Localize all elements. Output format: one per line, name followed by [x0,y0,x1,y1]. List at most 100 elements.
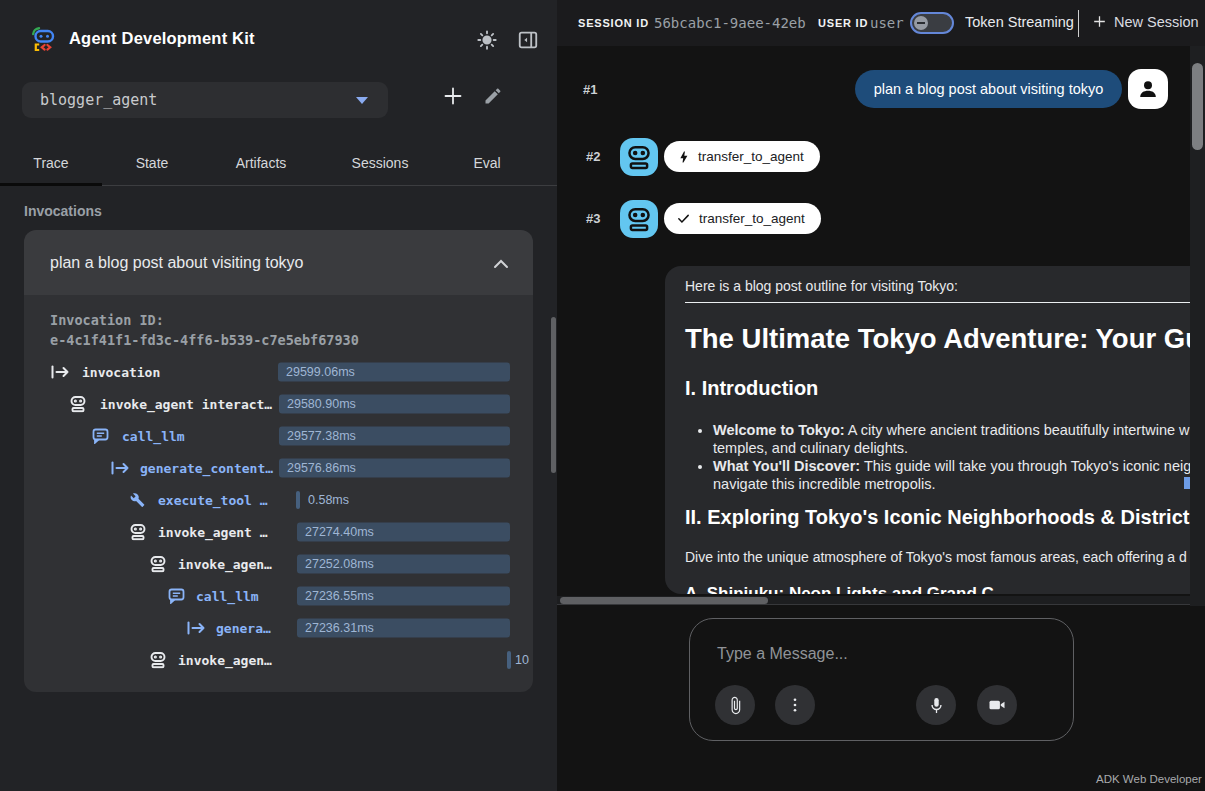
more-vert-icon [786,696,804,714]
invocations-heading: Invocations [24,203,102,219]
toggle-knob [914,16,928,30]
chevron-down-icon [356,97,368,104]
new-session-button[interactable]: New Session [1091,13,1199,30]
video-button[interactable] [977,685,1017,725]
trace-tree: invocation 29599.06ms invoke_agent inter… [24,356,533,676]
add-session-button[interactable] [441,84,465,112]
message-index: #1 [583,82,597,97]
videocam-icon [987,695,1007,715]
horizontal-scrollbar-thumb[interactable] [560,597,768,604]
tool-response-chip[interactable]: transfer_to_agent [664,203,821,234]
trace-row[interactable]: invoke_agent … 27274.40ms [24,516,533,548]
session-id-value: 56bcabc1-9aee-42eb [654,15,806,31]
blog-section-heading: II. Exploring Tokyo's Iconic Neighborhoo… [685,505,1190,529]
trace-row[interactable]: invocation 29599.06ms [24,356,533,388]
sidebar: Agent Development Kit blogger_agent [0,0,557,791]
check-icon [676,211,691,226]
invocation-card: plan a blog post about visiting tokyo In… [24,230,533,692]
robot-icon [150,652,166,669]
sidebar-header: Agent Development Kit [0,0,557,62]
user-avatar [1128,69,1168,109]
trace-row[interactable]: invoke_agent interact… 29580.90ms [24,388,533,420]
microphone-icon [927,696,946,715]
robot-icon [130,524,146,541]
agent-response-card: Here is a blog post outline for visiting… [665,266,1190,594]
divider [1078,10,1079,37]
trace-row[interactable]: invoke_agen… 10 [24,644,533,676]
trace-row[interactable]: call_llm 29577.38ms [24,420,533,452]
invocation-id-label: Invocation ID: [50,312,164,328]
message-composer[interactable]: Type a Message... [689,618,1074,741]
tab-artifacts[interactable]: Artifacts [202,141,320,185]
robot-icon [70,396,86,413]
vertical-scrollbar[interactable] [1190,46,1205,606]
duration-bar: 29577.38ms [279,427,510,446]
more-options-button[interactable] [775,685,815,725]
arrow-input-icon [50,365,71,379]
chat-icon [168,588,185,604]
footer-label: ADK Web Developer UI [1096,773,1205,785]
invocation-card-header[interactable]: plan a blog post about visiting tokyo [24,230,533,295]
blog-bullet-list: Welcome to Tokyo: A city where ancient t… [685,421,1190,493]
duration-bar: 27236.55ms [297,587,510,606]
list-item: Welcome to Tokyo: A city where ancient t… [713,421,1190,457]
microphone-button[interactable] [916,685,956,725]
message-index: #3 [586,211,600,226]
user-message-bubble: plan a blog post about visiting tokyo [855,70,1122,108]
session-id-label: SESSION ID [578,17,649,29]
attach-file-button[interactable] [715,685,755,725]
blog-title: The Ultimate Tokyo Adventure: Your Gu [685,322,1190,356]
active-tab-indicator [0,183,102,186]
duration-bar: 29580.90ms [279,395,510,414]
trace-row[interactable]: execute_tool … 0.58ms [24,484,533,516]
theme-toggle-icon[interactable] [476,29,498,55]
duration-bar: 27236.31ms [297,619,510,638]
robot-icon [150,556,166,573]
tab-state[interactable]: State [102,141,202,185]
message-input[interactable]: Type a Message... [717,645,848,663]
duration-bar [296,491,300,509]
blog-section-heading: I. Introduction [685,376,1190,400]
wrench-icon [130,493,145,508]
chat-icon [92,428,109,444]
user-id-value: user [870,15,904,31]
duration-bar: 29576.86ms [279,459,510,478]
token-streaming-toggle[interactable] [910,12,954,34]
sidebar-scrollbar[interactable] [551,317,556,473]
trace-row[interactable]: invoke_agen… 27252.08ms [24,548,533,580]
response-intro: Here is a blog post outline for visiting… [685,278,1190,294]
edit-icon[interactable] [483,86,503,110]
invocation-title: plan a blog post about visiting tokyo [50,254,304,272]
duration-bar: 27274.40ms [297,523,510,542]
agent-avatar [620,200,658,238]
duration-bar: 29599.06ms [278,363,510,382]
adk-logo-icon [30,25,58,57]
list-item: What You'll Discover: This guide will ta… [713,457,1190,493]
plus-icon [1091,13,1108,30]
tab-eval[interactable]: Eval [440,141,534,185]
blog-subsection-heading: A. Shinjuku: Neon Lights and Grand C [685,584,1190,594]
vertical-scrollbar-thumb[interactable] [1192,63,1203,150]
agent-select-value: blogger_agent [40,91,157,109]
tab-trace[interactable]: Trace [0,141,102,185]
collapse-panel-icon[interactable] [517,29,539,55]
tab-sessions[interactable]: Sessions [320,141,440,185]
arrow-input-icon [110,461,131,475]
trace-row[interactable]: call_llm 27236.55ms [24,580,533,612]
agent-select[interactable]: blogger_agent [22,82,388,118]
app-title: Agent Development Kit [69,29,255,48]
trace-row[interactable]: generate_content… 29576.86ms [24,452,533,484]
session-bar: SESSION ID 56bcabc1-9aee-42eb USER ID us… [557,0,1205,46]
arrow-input-icon [186,621,207,635]
bolt-icon [676,150,690,164]
duration-bar [507,651,511,669]
paperclip-icon [726,696,745,715]
blog-paragraph: Dive into the unique atmosphere of Tokyo… [685,549,1190,566]
chat-panel: SESSION ID 56bcabc1-9aee-42eb USER ID us… [557,0,1205,791]
agent-avatar [620,138,658,176]
trace-row[interactable]: genera… 27236.31ms [24,612,533,644]
tool-call-chip[interactable]: transfer_to_agent [664,141,820,172]
duration-bar: 27252.08ms [297,555,510,574]
invocation-id-value: e-4c1f41f1-fd3c-4ff6-b539-c7e5ebf67930 [50,332,359,348]
horizontal-scrollbar[interactable] [557,596,1190,605]
